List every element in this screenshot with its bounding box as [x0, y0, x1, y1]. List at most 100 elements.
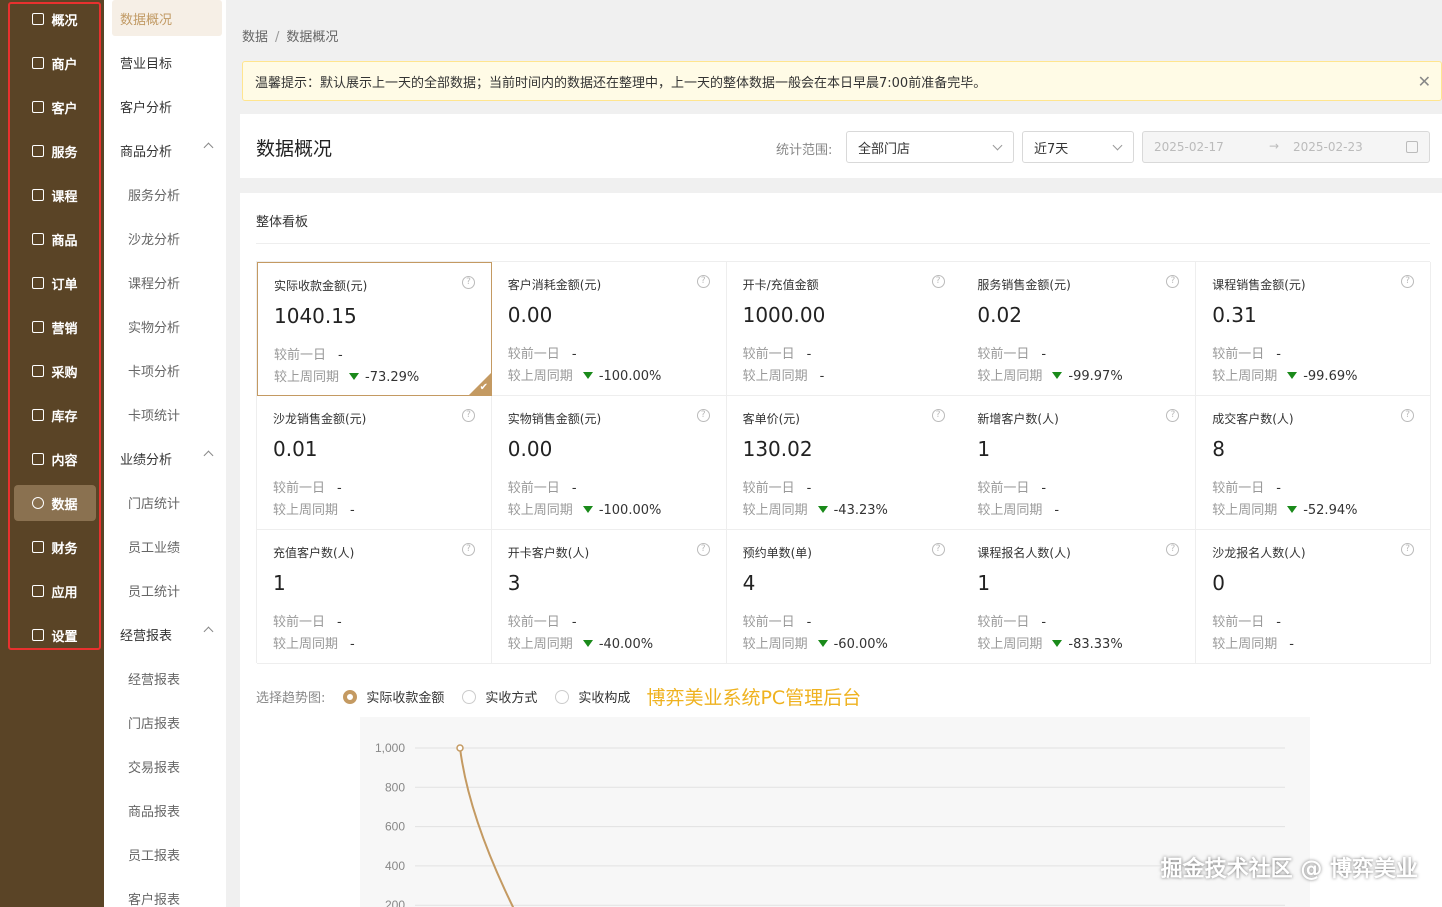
submenu-item-0[interactable]: 数据概况: [112, 0, 222, 36]
metric-card[interactable]: 预约单数(单)? 4 较前一日 - 较上周同期 -60.00%: [726, 530, 962, 664]
breadcrumb: 数据 / 数据概况: [242, 26, 338, 45]
trend-option-1[interactable]: 实收方式: [462, 687, 537, 706]
help-icon[interactable]: ?: [462, 409, 475, 422]
date-range-picker[interactable]: 2025-02-17 → 2025-02-23: [1142, 131, 1430, 163]
submenu-item-2[interactable]: 客户分析: [112, 88, 222, 124]
submenu-item-12[interactable]: 员工业绩: [112, 528, 222, 564]
help-icon[interactable]: ?: [1401, 275, 1415, 288]
submenu-item-label: 商品分析: [120, 144, 173, 160]
breadcrumb-root[interactable]: 数据: [242, 30, 268, 45]
help-icon[interactable]: ?: [1166, 409, 1180, 422]
submenu-item-14[interactable]: 经营报表: [112, 616, 222, 652]
monitor-icon: [32, 13, 45, 25]
sidebar-item-13[interactable]: 应用: [14, 573, 96, 609]
metric-card[interactable]: 沙龙销售金额(元)? 0.01 较前一日 - 较上周同期 -: [257, 396, 492, 530]
submenu-item-11[interactable]: 门店统计: [112, 484, 222, 520]
sidebar-item-11[interactable]: 数据: [14, 485, 96, 521]
submenu-item-label: 门店报表: [128, 716, 181, 732]
submenu-item-4[interactable]: 服务分析: [112, 176, 222, 212]
help-icon[interactable]: ?: [1401, 543, 1415, 556]
sidebar-item-8[interactable]: 采购: [14, 353, 96, 389]
submenu-item-20[interactable]: 客户报表: [112, 880, 222, 907]
down-triangle-icon: [817, 640, 828, 647]
metric-card[interactable]: 课程销售金额(元)? 0.31 较前一日 - 较上周同期 -99.69%: [1196, 262, 1432, 396]
period-select[interactable]: 近7天: [1022, 131, 1134, 163]
help-icon[interactable]: ?: [931, 543, 945, 556]
sidebar-item-5[interactable]: 商品: [14, 221, 96, 257]
metric-card[interactable]: 沙龙报名人数(人)? 0 较前一日 - 较上周同期 -: [1196, 530, 1432, 664]
help-icon[interactable]: ?: [931, 275, 945, 288]
data-point[interactable]: [456, 744, 464, 752]
submenu-item-1[interactable]: 营业目标: [112, 44, 222, 80]
submenu-item-5[interactable]: 沙龙分析: [112, 220, 222, 256]
compare-day-row: 较前一日 -: [508, 343, 577, 362]
compare-week-label: 较上周同期: [742, 369, 808, 384]
compare-day-label: 较前一日: [977, 481, 1030, 496]
metric-card[interactable]: 新增客户数(人)? 1 较前一日 - 较上周同期 -: [961, 396, 1197, 530]
sidebar-item-14[interactable]: 设置: [14, 617, 96, 653]
submenu-item-13[interactable]: 员工统计: [112, 572, 222, 608]
help-icon[interactable]: ?: [931, 409, 945, 422]
submenu-item-7[interactable]: 实物分析: [112, 308, 222, 344]
metric-title: 沙龙销售金额(元): [273, 412, 367, 426]
submenu-item-10[interactable]: 业绩分析: [112, 440, 222, 476]
help-icon[interactable]: ?: [462, 276, 475, 289]
compare-day-label: 较前一日: [742, 347, 795, 362]
submenu-item-6[interactable]: 课程分析: [112, 264, 222, 300]
submenu-item-9[interactable]: 卡项统计: [112, 396, 222, 432]
submenu-item-3[interactable]: 商品分析: [112, 132, 222, 168]
sidebar-item-7[interactable]: 营销: [14, 309, 96, 345]
sidebar-item-12[interactable]: 财务: [14, 529, 96, 565]
watermark: 掘金技术社区 @ 博弈美业: [1160, 857, 1418, 882]
trend-option-0[interactable]: 实际收款金额: [343, 687, 444, 706]
sidebar-item-label: 商户: [51, 57, 78, 73]
sidebar-item-4[interactable]: 课程: [14, 177, 96, 213]
metric-card[interactable]: 服务销售金额(元)? 0.02 较前一日 - 较上周同期 -99.97%: [961, 262, 1197, 396]
metric-card[interactable]: 成交客户数(人)? 8 较前一日 - 较上周同期 -52.94%: [1196, 396, 1432, 530]
sidebar-item-10[interactable]: 内容: [14, 441, 96, 477]
radio-icon: [555, 689, 570, 704]
sidebar-item-6[interactable]: 订单: [14, 265, 96, 301]
order-icon: [32, 277, 45, 289]
help-icon[interactable]: ?: [1166, 543, 1180, 556]
help-icon[interactable]: ?: [696, 275, 710, 288]
sidebar-item-0[interactable]: 概况: [14, 1, 96, 37]
store-select[interactable]: 全部门店: [846, 131, 1014, 163]
metric-card[interactable]: 客户消耗金额(元)? 0.00 较前一日 - 较上周同期 -100.00%: [491, 262, 727, 396]
close-icon[interactable]: ✕: [1418, 72, 1431, 91]
trend-option-2[interactable]: 实收构成: [555, 687, 630, 706]
radio-icon: [343, 689, 358, 704]
sidebar-item-9[interactable]: 库存: [14, 397, 96, 433]
metric-card[interactable]: 课程报名人数(人)? 1 较前一日 - 较上周同期 -83.33%: [961, 530, 1197, 664]
help-icon[interactable]: ?: [1401, 409, 1415, 422]
submenu-item-17[interactable]: 交易报表: [112, 748, 222, 784]
help-icon[interactable]: ?: [462, 543, 475, 556]
compare-day-value: -: [806, 347, 812, 362]
metric-card[interactable]: 开卡客户数(人)? 3 较前一日 - 较上周同期 -40.00%: [491, 530, 727, 664]
sidebar-item-2[interactable]: 客户: [14, 89, 96, 125]
sidebar-item-1[interactable]: 商户: [14, 45, 96, 81]
submenu-item-8[interactable]: 卡项分析: [112, 352, 222, 388]
submenu-item-19[interactable]: 员工报表: [112, 836, 222, 872]
metric-card[interactable]: 实物销售金额(元)? 0.00 较前一日 - 较上周同期 -100.00%: [491, 396, 727, 530]
metric-card[interactable]: 实际收款金额(元)? 1040.15 较前一日 - 较上周同期 -73.29% ✔: [257, 262, 492, 396]
submenu-item-16[interactable]: 门店报表: [112, 704, 222, 740]
metric-title: 充值客户数(人): [273, 546, 355, 560]
metric-card[interactable]: 充值客户数(人)? 1 较前一日 - 较上周同期 -: [257, 530, 492, 664]
metric-value: 3: [507, 571, 521, 595]
overview-panel: 整体看板 实际收款金额(元)? 1040.15 较前一日 - 较上周同期 -73.29% ✔…: [240, 193, 1442, 907]
arrow-right-icon: →: [1269, 139, 1280, 153]
compare-day-label: 较前一日: [742, 615, 795, 630]
submenu-item-18[interactable]: 商品报表: [112, 792, 222, 828]
help-icon[interactable]: ?: [1166, 275, 1180, 288]
submenu-item-15[interactable]: 经营报表: [112, 660, 222, 696]
help-icon[interactable]: ?: [696, 409, 710, 422]
sidebar-item-3[interactable]: 服务: [14, 133, 96, 169]
metric-card[interactable]: 客单价(元)? 130.02 较前一日 - 较上周同期 -43.23%: [726, 396, 962, 530]
metric-card[interactable]: 开卡/充值金额? 1000.00 较前一日 - 较上周同期 -: [726, 262, 962, 396]
help-icon[interactable]: ?: [696, 543, 710, 556]
image-icon: [32, 453, 45, 465]
submenu-item-label: 实物分析: [128, 320, 181, 336]
y-tick-label: 1,000: [375, 741, 405, 755]
submenu-item-label: 卡项统计: [128, 408, 181, 424]
